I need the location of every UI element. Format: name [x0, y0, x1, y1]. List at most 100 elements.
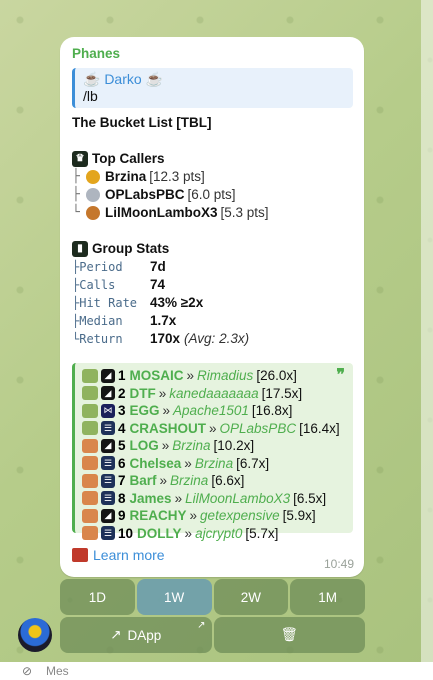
- stat-subvalue: (Avg: 2.3x): [184, 331, 250, 346]
- caller-points: [5.3 pts]: [220, 205, 269, 220]
- scrollbar[interactable]: [421, 0, 433, 662]
- token-link[interactable]: EGG: [130, 403, 160, 418]
- separator: »: [209, 420, 217, 436]
- delete-button[interactable]: 🗑: [213, 617, 365, 653]
- token-link[interactable]: James: [130, 491, 172, 506]
- call-multiplier: [26.0x]: [256, 368, 297, 384]
- token-link[interactable]: CRASHOUT: [130, 421, 207, 436]
- stat-key: └Return: [72, 332, 123, 346]
- stat-key: ├Calls: [72, 278, 116, 292]
- bar-chart-icon: ▮: [72, 241, 88, 257]
- call-rank: 10: [118, 525, 134, 541]
- top-callers-heading: ♛ Top Callers: [72, 150, 353, 168]
- message-bubble: Phanes ☕ Darko ☕ /lb The Bucket List [TB…: [60, 37, 364, 577]
- token-link[interactable]: REACHY: [130, 508, 187, 523]
- party-icon: [82, 438, 98, 453]
- stat-row: └Return 170x (Avg: 2.3x): [72, 330, 353, 348]
- leaderboard-quote: ❞ ◢ 1 MOSAIC» Rimadius [26.0x] ◢ 2 DTF» kanedaaa…: [72, 363, 353, 541]
- caller-name[interactable]: OPLabsPBC: [105, 186, 185, 204]
- caller-row: └ LilMoonLamboX3 [5.3 pts]: [72, 204, 353, 222]
- separator: »: [161, 438, 170, 454]
- caller-link[interactable]: LilMoonLamboX3: [185, 491, 290, 506]
- chart-icon: ↗: [110, 627, 122, 642]
- call-row: ☰ 6 Chelsea» Brzina [6.7x]: [82, 455, 345, 473]
- party-icon: [82, 508, 98, 523]
- sol-chain-icon: ◢: [101, 386, 115, 401]
- eth-chain-icon: ☰: [101, 526, 115, 541]
- call-rank: 7: [118, 473, 126, 489]
- caller-points: [6.0 pts]: [187, 187, 236, 202]
- timeframe-button-1m[interactable]: 1M: [290, 579, 365, 615]
- reply-quote[interactable]: ☕ Darko ☕ /lb: [72, 68, 353, 108]
- call-rank: 2: [118, 385, 126, 401]
- learn-more-link[interactable]: Learn more: [93, 547, 165, 563]
- caller-link[interactable]: getexpensive: [200, 508, 280, 523]
- crown-icon: ♛: [72, 151, 88, 167]
- separator: »: [159, 473, 168, 489]
- stat-row: ├Period 7d: [72, 258, 353, 276]
- token-link[interactable]: LOG: [130, 438, 159, 453]
- eth-chain-icon: ☰: [101, 421, 115, 436]
- call-rank: 5: [118, 438, 126, 454]
- learn-more[interactable]: Learn more: [72, 547, 353, 563]
- caller-link[interactable]: Brzina: [170, 473, 208, 488]
- caller-name[interactable]: Brzina: [105, 168, 146, 186]
- caller-link[interactable]: OPLabsPBC: [220, 421, 297, 436]
- group-title: The Bucket List [TBL]: [72, 115, 212, 130]
- tree-branch: ├: [72, 169, 80, 184]
- timeframe-button-1d[interactable]: 1D: [60, 579, 135, 615]
- eth-chain-icon: ☰: [101, 491, 115, 506]
- external-link-icon: ↗: [197, 620, 206, 631]
- dapp-button[interactable]: ↗ DApp ↗: [60, 617, 212, 653]
- timeframe-button-2w[interactable]: 2W: [213, 579, 289, 615]
- caller-link[interactable]: kanedaaaaaaa: [169, 386, 258, 401]
- call-row: ☰ 10 DOLLY» ajcrypt0 [5.7x]: [82, 525, 345, 543]
- party-icon: [82, 456, 98, 471]
- call-row: ☰ 7 Barf» Brzina [6.6x]: [82, 472, 345, 490]
- separator: »: [184, 525, 193, 541]
- call-multiplier: [16.8x]: [251, 403, 293, 419]
- sender-name[interactable]: Phanes: [72, 45, 353, 63]
- caller-name[interactable]: LilMoonLamboX3: [105, 204, 218, 222]
- token-link[interactable]: DOLLY: [137, 526, 182, 541]
- token-link[interactable]: Barf: [130, 473, 157, 488]
- caller-link[interactable]: ajcrypt0: [195, 526, 242, 541]
- call-row: ☰ 8 James» LilMoonLamboX3 [6.5x]: [82, 490, 345, 508]
- call-multiplier: [6.5x]: [293, 490, 327, 506]
- money-icon: [82, 386, 98, 401]
- token-link[interactable]: MOSAIC: [130, 368, 184, 383]
- stat-value: 74: [150, 277, 166, 292]
- tree-branch: ├: [72, 187, 80, 202]
- sol-chain-icon: ◢: [101, 508, 115, 523]
- caller-link[interactable]: Brzina: [195, 456, 233, 471]
- call-row: ⋈ 3 EGG» Apache1501 [16.8x]: [82, 402, 345, 420]
- stat-value: 43% ≥2x: [150, 295, 204, 310]
- timeframe-button-1w[interactable]: 1W: [136, 579, 212, 615]
- call-multiplier: [5.9x]: [282, 508, 316, 524]
- call-multiplier: [6.7x]: [236, 455, 270, 471]
- token-link[interactable]: Chelsea: [130, 456, 182, 471]
- token-link[interactable]: DTF: [130, 386, 156, 401]
- bot-avatar[interactable]: [18, 618, 52, 652]
- message-input[interactable]: Mes: [46, 664, 69, 678]
- caller-link[interactable]: Apache1501: [173, 403, 249, 418]
- message-time: 10:49: [323, 557, 354, 571]
- party-icon: [82, 526, 98, 541]
- caller-link[interactable]: Brzina: [172, 438, 210, 453]
- bronze-medal-icon: [86, 206, 100, 220]
- message-input-bar: ⊘ Mes: [0, 662, 433, 680]
- timeframe-buttons: 1D 1W 2W 1M: [60, 579, 365, 615]
- call-multiplier: [16.4x]: [299, 420, 340, 436]
- party-icon: [82, 473, 98, 488]
- caller-points: [12.3 pts]: [149, 169, 205, 184]
- call-multiplier: [6.6x]: [211, 473, 245, 489]
- separator: »: [174, 490, 183, 506]
- sui-chain-icon: ⋈: [101, 403, 115, 418]
- eth-chain-icon: ☰: [101, 456, 115, 471]
- attach-icon[interactable]: ⊘: [22, 664, 36, 678]
- caller-link[interactable]: Rimadius: [197, 368, 253, 383]
- stat-row: ├Median 1.7x: [72, 312, 353, 330]
- group-stats-heading: ▮ Group Stats: [72, 240, 353, 258]
- call-multiplier: [5.7x]: [245, 525, 279, 541]
- call-multiplier: [10.2x]: [213, 438, 255, 454]
